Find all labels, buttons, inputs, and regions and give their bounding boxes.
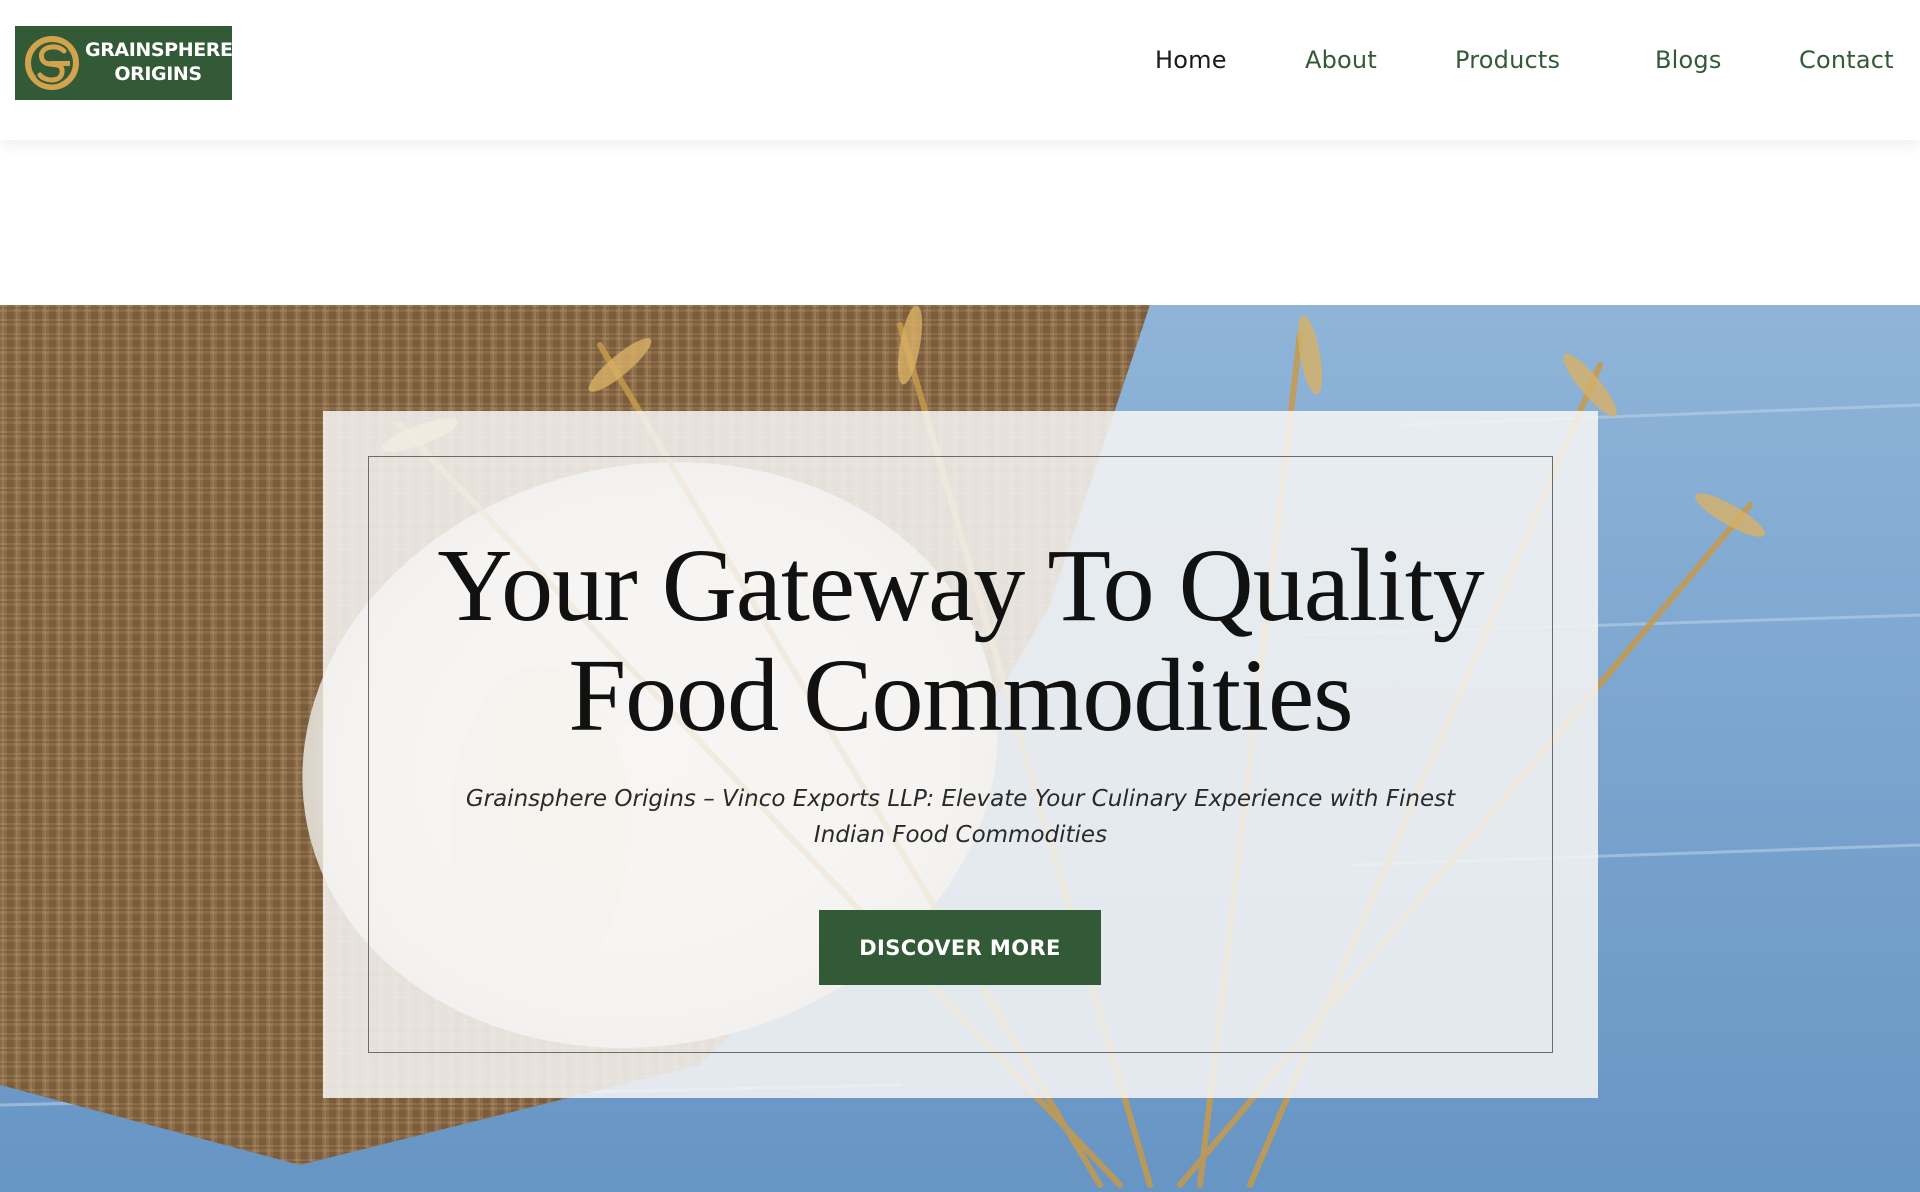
brand-name-line2: ORIGINS bbox=[114, 63, 202, 85]
hero-title: Your Gateway To Quality Food Commodities bbox=[323, 531, 1598, 751]
brand-logo[interactable]: GRAINSPHERE ORIGINS bbox=[15, 26, 233, 100]
nav-blogs[interactable]: Blogs bbox=[1655, 46, 1722, 74]
gs-monogram-icon bbox=[25, 36, 79, 90]
hero-subtitle: Grainsphere Origins – Vinco Exports LLP:… bbox=[465, 786, 1456, 848]
brand-name: GRAINSPHERE ORIGINS bbox=[85, 38, 233, 86]
site-header: GRAINSPHERE ORIGINS Home About Products … bbox=[0, 0, 1920, 140]
nav-about[interactable]: About bbox=[1305, 46, 1377, 74]
nav-contact[interactable]: Contact bbox=[1799, 46, 1894, 74]
hero-title-line1: Your Gateway To Quality bbox=[437, 528, 1484, 643]
discover-more-button[interactable]: DISCOVER MORE bbox=[819, 910, 1101, 985]
nav-home[interactable]: Home bbox=[1155, 46, 1227, 74]
nav-products[interactable]: Products bbox=[1455, 46, 1560, 74]
hero-title-line2: Food Commodities bbox=[568, 638, 1353, 753]
hero-section: Your Gateway To Quality Food Commodities… bbox=[0, 305, 1920, 1192]
brand-name-line1: GRAINSPHERE bbox=[85, 39, 233, 61]
hero-card: Your Gateway To Quality Food Commodities… bbox=[323, 411, 1598, 1098]
